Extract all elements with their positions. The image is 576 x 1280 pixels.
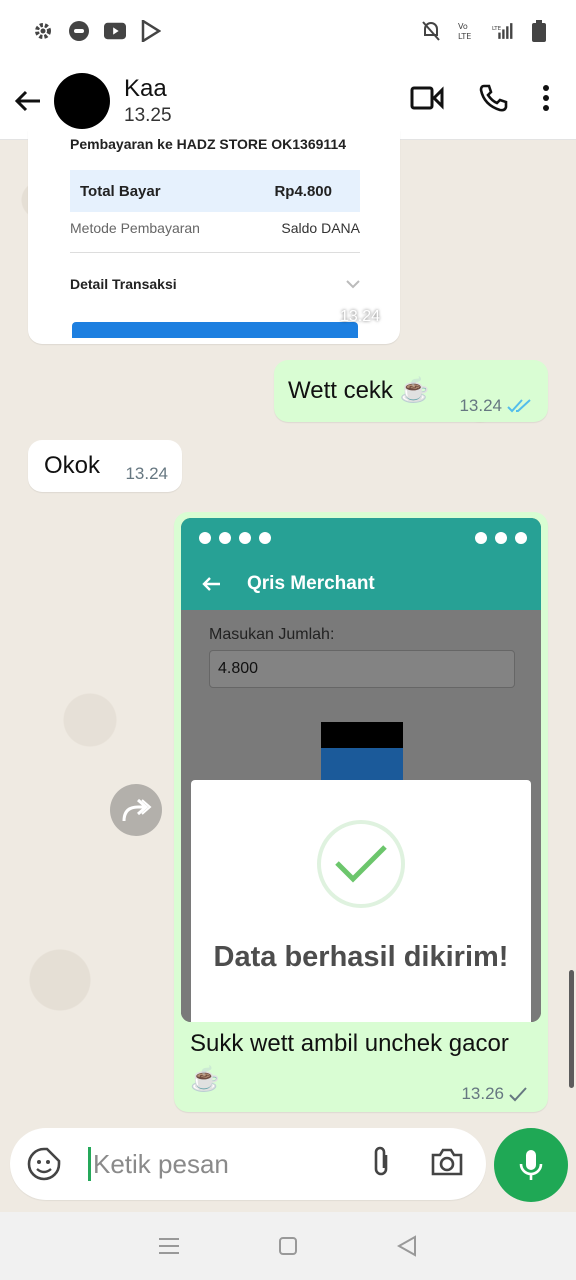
screenshot-status-bar xyxy=(181,518,541,558)
method-label: Metode Pembayaran xyxy=(70,220,200,236)
chat-bubble-icon xyxy=(68,20,90,42)
receipt-header: Pembayaran ke HADZ STORE OK1369114 xyxy=(70,136,346,152)
back-nav-button[interactable] xyxy=(392,1231,422,1261)
double-check-icon xyxy=(506,398,534,414)
home-button[interactable] xyxy=(273,1231,303,1261)
svg-text:LTE: LTE xyxy=(492,26,502,32)
receipt-image: Pembayaran ke HADZ STORE OK1369114 Total… xyxy=(34,130,394,338)
method-value: Saldo DANA xyxy=(281,220,360,236)
amount-field: 4.800 xyxy=(209,650,515,688)
receipt-thumbnail xyxy=(321,722,403,782)
message-composer: Ketik pesan xyxy=(10,1128,486,1200)
status-bar: Vo LTE LTE xyxy=(0,0,576,62)
incoming-message[interactable]: Okok 13.24 xyxy=(28,440,182,492)
screenshot-body: Masukan Jumlah: 4.800 Data berhasil diki… xyxy=(181,610,541,1022)
signal-icon: LTE xyxy=(492,20,514,42)
total-label: Total Bayar xyxy=(80,182,161,200)
volte-icon: Vo LTE xyxy=(456,20,478,42)
pay-button-strip xyxy=(72,322,358,338)
message-time: 13.26 xyxy=(461,1084,504,1103)
message-input[interactable]: Ketik pesan xyxy=(93,1149,229,1180)
amount-label: Masukan Jumlah: xyxy=(209,626,335,643)
message-time: 13.24 xyxy=(125,464,168,483)
screenshot-app-bar: Qris Merchant xyxy=(181,558,541,610)
check-icon xyxy=(317,820,405,908)
more-options-button[interactable] xyxy=(542,84,550,117)
svg-text:LTE: LTE xyxy=(458,32,471,41)
sticker-button[interactable] xyxy=(24,1144,64,1184)
outgoing-image-message[interactable]: Qris Merchant Masukan Jumlah: 4.800 Data… xyxy=(174,512,548,1112)
message-time: 13.24 xyxy=(459,396,502,415)
mic-button[interactable] xyxy=(494,1128,568,1202)
contact-info[interactable]: Kaa 13.25 xyxy=(124,75,172,127)
total-row: Total Bayar Rp4.800 xyxy=(70,170,360,212)
forward-button[interactable] xyxy=(110,784,162,836)
youtube-icon xyxy=(104,20,126,42)
dialog-text: Data berhasil dikirim! xyxy=(213,941,509,973)
recents-button[interactable] xyxy=(154,1231,184,1261)
image-message-receipt[interactable]: Pembayaran ke HADZ STORE OK1369114 Total… xyxy=(28,130,400,344)
detail-row: Detail Transaksi xyxy=(70,276,360,292)
chat-header: Kaa 13.25 xyxy=(0,62,576,140)
text-cursor xyxy=(88,1147,91,1181)
detail-label: Detail Transaksi xyxy=(70,276,177,292)
success-dialog: Data berhasil dikirim! xyxy=(191,780,531,1022)
single-check-icon xyxy=(508,1086,528,1102)
screenshot-image[interactable]: Qris Merchant Masukan Jumlah: 4.800 Data… xyxy=(181,518,541,1022)
battery-icon xyxy=(528,20,550,42)
gear-icon xyxy=(32,20,54,42)
contact-name: Kaa xyxy=(124,74,167,102)
method-row: Metode Pembayaran Saldo DANA xyxy=(70,220,360,236)
mute-icon xyxy=(420,20,442,42)
chevron-down-icon xyxy=(346,276,360,292)
voice-call-button[interactable] xyxy=(478,83,508,118)
scrollbar[interactable] xyxy=(569,970,574,1088)
divider xyxy=(70,252,360,253)
back-arrow-icon xyxy=(202,577,220,591)
svg-text:Vo: Vo xyxy=(458,22,468,31)
video-call-button[interactable] xyxy=(410,85,444,116)
back-button[interactable] xyxy=(8,81,48,121)
total-value: Rp4.800 xyxy=(274,182,332,200)
message-text: Wett cekk ☕ xyxy=(288,377,430,404)
play-store-icon xyxy=(140,20,162,42)
attach-button[interactable] xyxy=(370,1145,392,1184)
system-nav-bar xyxy=(0,1212,576,1280)
message-text: Okok xyxy=(44,452,101,479)
avatar[interactable] xyxy=(54,72,110,129)
contact-last-seen: 13.25 xyxy=(124,104,172,126)
message-time: 13.24 xyxy=(339,308,380,325)
screenshot-title: Qris Merchant xyxy=(247,573,375,594)
camera-button[interactable] xyxy=(430,1147,464,1182)
outgoing-message[interactable]: Wett cekk ☕ 13.24 xyxy=(274,360,548,422)
